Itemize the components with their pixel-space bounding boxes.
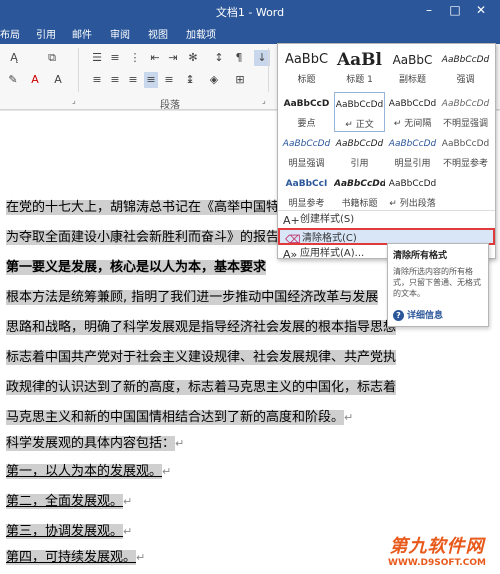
style-intense-emphasis[interactable]: AaBbCcDd 明显强调 bbox=[281, 132, 332, 172]
shading-icon[interactable]: ◈ bbox=[206, 72, 222, 88]
tooltip-title: 清除所有格式 bbox=[393, 251, 448, 261]
doc-line[interactable]: 第一要义是发展，核心是以人为本，基本要求 bbox=[6, 257, 267, 279]
create-style-item[interactable]: A+ 创建样式(S) bbox=[278, 211, 495, 228]
style-list-paragraph[interactable]: AaBbCcDd ↵ 列出段落 bbox=[387, 172, 438, 212]
paragraph-mark-icon: ↵ bbox=[175, 437, 185, 450]
ribbon-tabs: 布局 引用 邮件 审阅 视图 加载项 bbox=[0, 22, 500, 44]
paragraph-group-label: 段落 bbox=[160, 100, 180, 111]
style-subtitle[interactable]: AaBbC 副标题 bbox=[387, 48, 438, 88]
group-divider bbox=[78, 48, 79, 92]
doc-line[interactable]: 第二，全面发展观。↵ bbox=[6, 491, 132, 513]
char-shading-icon[interactable]: A bbox=[50, 72, 66, 88]
tab-view[interactable]: 视图 bbox=[148, 26, 168, 41]
sort-icon[interactable]: ↕ bbox=[212, 50, 226, 66]
style-no-spacing[interactable]: AaBbCcDd ↵ 无间隔 bbox=[387, 92, 438, 132]
chinese-layout-icon[interactable]: ✻ bbox=[186, 50, 200, 66]
doc-line[interactable]: 科学发展观的具体内容包括：↵ bbox=[6, 433, 184, 455]
tab-addins[interactable]: 加载项 bbox=[186, 26, 216, 41]
tooltip-body: 清除所选内容的所有格式，只留下普通、无格式的文本。 bbox=[393, 267, 481, 298]
paragraph-mark-icon: ↵ bbox=[162, 465, 172, 478]
justify-icon[interactable]: ≡ bbox=[144, 72, 158, 88]
tooltip-more-info-link[interactable]: ? 详细信息 bbox=[393, 308, 443, 321]
font-dialog-launcher-icon[interactable]: ⌟ bbox=[72, 96, 76, 105]
multilevel-list-icon[interactable]: ⋮ bbox=[128, 50, 142, 66]
decrease-indent-icon[interactable]: ⇤ bbox=[148, 50, 162, 66]
text-effects-icon[interactable]: Ą bbox=[4, 50, 24, 66]
style-strong[interactable]: AaBbCcD 要点 bbox=[281, 92, 332, 132]
tab-review[interactable]: 审阅 bbox=[110, 26, 130, 41]
doc-line[interactable]: 第一，以人为本的发展观。↵ bbox=[6, 461, 171, 483]
maximize-icon[interactable]: □ bbox=[444, 2, 466, 19]
align-right-icon[interactable]: ≡ bbox=[126, 72, 140, 88]
paragraph-mark-icon: ↵ bbox=[123, 495, 133, 508]
doc-line[interactable]: 为夺取全面建设小康社会新胜利而奋斗》的报告 bbox=[6, 227, 280, 249]
font-color-icon[interactable]: A bbox=[26, 72, 44, 88]
style-book-title[interactable]: AaBbCcDd 书籍标题 bbox=[334, 172, 385, 212]
paragraph-mark-icon: ↵ bbox=[344, 411, 354, 424]
style-quote[interactable]: AaBbCcDd 引用 bbox=[334, 132, 385, 172]
minimize-icon[interactable]: – bbox=[418, 2, 440, 19]
paragraph-mark-icon: ↵ bbox=[136, 551, 146, 564]
clear-formatting-tooltip: 清除所有格式 清除所选内容的所有格式，只留下普通、无格式的文本。 ? 详细信息 bbox=[387, 243, 489, 327]
paragraph-mark-icon: ↵ bbox=[123, 525, 133, 538]
bullets-icon[interactable]: ☰ bbox=[90, 50, 104, 66]
doc-line[interactable]: 根本方法是统筹兼顾, 指明了我们进一步推动中国经济改革与发展 bbox=[6, 287, 379, 309]
style-subtle-emphasis[interactable]: AaBbCcDd 不明显强调 bbox=[440, 92, 491, 132]
styles-gallery: AaBbC 标题 AaBl 标题 1 AaBbC 副标题 AaBbCcDd 强调 AaB… bbox=[277, 43, 496, 261]
tab-references[interactable]: 引用 bbox=[36, 26, 56, 41]
numbering-icon[interactable]: ≡ bbox=[108, 50, 122, 66]
watermark-text: 第九软件网 bbox=[389, 536, 485, 557]
doc-line[interactable]: 马克思主义和新的中国国情相结合达到了新的高度和阶段。↵ bbox=[6, 407, 353, 429]
style-intense-quote[interactable]: AaBbCcDd 明显引用 bbox=[387, 132, 438, 172]
doc-line[interactable]: 第三，协调发展观。↵ bbox=[6, 521, 132, 543]
tab-layout[interactable]: 布局 bbox=[0, 26, 20, 41]
help-icon: ? bbox=[393, 310, 404, 321]
increase-indent-icon[interactable]: ⇥ bbox=[166, 50, 180, 66]
format-painter-icon[interactable]: ⧉ bbox=[44, 50, 60, 66]
doc-line[interactable]: 思路和战略，明确了科学发展观是指导经济社会发展的根本指导思想 bbox=[6, 317, 397, 339]
style-normal[interactable]: AaBbCcDd ↵ 正文 bbox=[334, 92, 385, 132]
style-intense-reference[interactable]: AaBbCcI 明显参考 bbox=[281, 172, 332, 212]
style-subtle-reference[interactable]: AaBbCcDd 不明显参考 bbox=[440, 132, 491, 172]
highlight-color-icon[interactable]: ✎ bbox=[4, 72, 22, 88]
style-title[interactable]: AaBbC 标题 bbox=[281, 48, 332, 88]
line-spacing-icon[interactable]: ↨ bbox=[182, 72, 198, 88]
doc-line[interactable]: 第四，可持续发展观。↵ bbox=[6, 547, 145, 569]
group-divider bbox=[268, 48, 269, 92]
create-style-icon: A+ bbox=[283, 214, 300, 227]
style-emphasis[interactable]: AaBbCcDd 强调 bbox=[440, 48, 491, 88]
doc-line[interactable]: 在党的十七大上，胡锦涛总书记在《高举中国特 bbox=[6, 197, 280, 219]
close-icon[interactable]: ✕ bbox=[470, 2, 492, 19]
apply-style-icon: A» bbox=[283, 248, 298, 261]
borders-icon[interactable]: ⊞ bbox=[232, 72, 248, 88]
show-marks-icon[interactable]: ¶ bbox=[232, 50, 246, 66]
site-watermark: 第九软件网 WWW.D9SOFT.COM bbox=[378, 532, 496, 572]
align-left-icon[interactable]: ≡ bbox=[90, 72, 104, 88]
align-center-icon[interactable]: ≡ bbox=[108, 72, 122, 88]
paragraph-dialog-launcher-icon[interactable]: ⌟ bbox=[262, 96, 266, 105]
distributed-icon[interactable]: ≡ bbox=[162, 72, 176, 88]
doc-line[interactable]: 政规律的认识达到了新的高度，标志着马克思主义的中国化，标志着 bbox=[6, 377, 397, 399]
title-bar: 文档1 - Word – □ ✕ bbox=[0, 0, 500, 22]
tab-mailings[interactable]: 邮件 bbox=[72, 26, 92, 41]
doc-line[interactable]: 标志着中国共产党对于社会主义建设规律、社会发展规律、共产党执 bbox=[6, 347, 397, 369]
watermark-url: WWW.D9SOFT.COM bbox=[388, 558, 486, 568]
style-heading1[interactable]: AaBl 标题 1 bbox=[334, 48, 385, 88]
